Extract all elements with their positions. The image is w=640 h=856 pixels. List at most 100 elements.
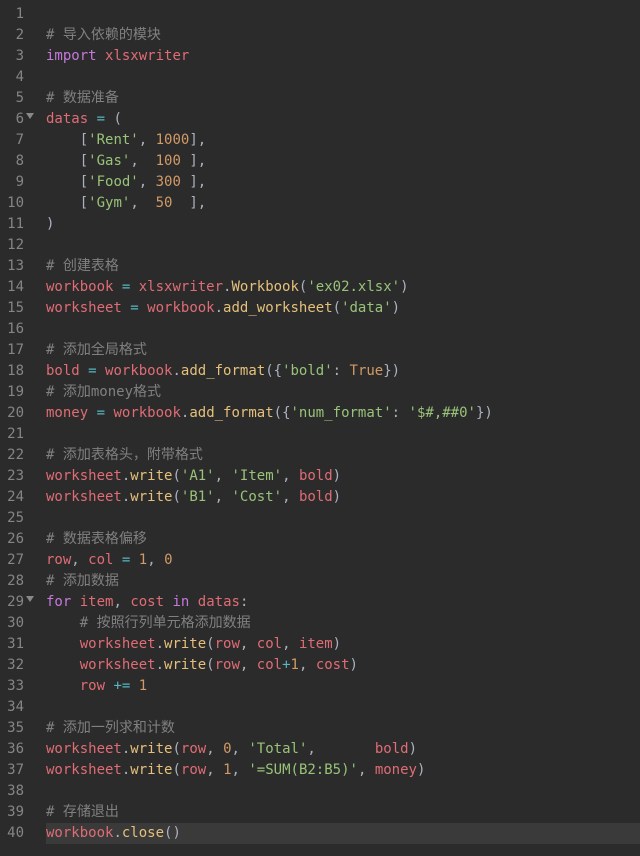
token-pun: ,	[282, 636, 290, 652]
code-line[interactable]: worksheet.write('A1', 'Item', bold)	[46, 466, 640, 487]
code-line[interactable]	[46, 697, 640, 718]
code-line[interactable]	[46, 424, 640, 445]
token-kw: import	[46, 48, 97, 64]
code-line[interactable]: # 添加一列求和计数	[46, 718, 640, 739]
token-pun: ,	[147, 552, 155, 568]
code-line[interactable]: worksheet.write(row, col, item)	[46, 634, 640, 655]
code-line[interactable]: # 导入依赖的模块	[46, 25, 640, 46]
code-line[interactable]: ['Gym', 50 ],	[46, 193, 640, 214]
code-line[interactable]: ['Rent', 1000],	[46, 130, 640, 151]
line-number: 27	[4, 550, 24, 571]
code-line[interactable]	[46, 319, 640, 340]
token-pun: .	[172, 363, 180, 379]
token-pun: )	[409, 741, 417, 757]
token-pun: .	[156, 636, 164, 652]
line-number: 29	[4, 592, 24, 613]
token-id: col	[88, 552, 113, 568]
fold-toggle-icon[interactable]	[26, 596, 34, 602]
code-line[interactable]: # 添加money格式	[46, 382, 640, 403]
code-line[interactable]: ['Gas', 100 ],	[46, 151, 640, 172]
code-line[interactable]: worksheet.write(row, col+1, cost)	[46, 655, 640, 676]
token-pun: (	[172, 489, 180, 505]
code-line[interactable]	[46, 508, 640, 529]
line-number: 34	[4, 697, 24, 718]
token-pun: .	[215, 300, 223, 316]
token-pun: [	[80, 153, 88, 169]
line-number: 16	[4, 319, 24, 340]
line-number: 37	[4, 760, 24, 781]
token-id: col	[257, 636, 282, 652]
code-line[interactable]: worksheet.write(row, 0, 'Total', bold)	[46, 739, 640, 760]
code-line[interactable]: # 添加数据	[46, 571, 640, 592]
code-line[interactable]	[46, 4, 640, 25]
token-pl	[147, 132, 155, 148]
code-line[interactable]: # 数据准备	[46, 88, 640, 109]
code-line[interactable]: for item, cost in datas:	[46, 592, 640, 613]
token-cmt: # 按照行列单元格添加数据	[80, 615, 251, 631]
token-pun: ,	[113, 594, 121, 610]
line-number: 14	[4, 277, 24, 298]
code-editor[interactable]: 1234567891011121314151617181920212223242…	[0, 0, 640, 856]
code-line[interactable]: )	[46, 214, 640, 235]
token-pun: )	[417, 762, 425, 778]
code-line[interactable]: worksheet.write(row, 1, '=SUM(B2:B5)', m…	[46, 760, 640, 781]
line-number: 6	[4, 109, 24, 130]
code-line[interactable]: # 存储退出	[46, 802, 640, 823]
token-fn: write	[130, 489, 172, 505]
code-line[interactable]	[46, 781, 640, 802]
token-pl	[291, 636, 299, 652]
token-pun: (	[206, 636, 214, 652]
code-line[interactable]: money = workbook.add_format({'num_format…	[46, 403, 640, 424]
code-line[interactable]: worksheet.write('B1', 'Cost', bold)	[46, 487, 640, 508]
token-num: 100	[156, 153, 181, 169]
token-cls: Workbook	[231, 279, 298, 295]
code-line[interactable]: row += 1	[46, 676, 640, 697]
code-line[interactable]: worksheet = workbook.add_worksheet('data…	[46, 298, 640, 319]
token-pun: (	[172, 741, 180, 757]
code-line[interactable]: # 添加表格头，附带格式	[46, 445, 640, 466]
fold-toggle-icon[interactable]	[26, 113, 34, 119]
code-area[interactable]: # 导入依赖的模块import xlsxwriter # 数据准备datas = …	[32, 0, 640, 856]
token-cmt: # 添加表格头，附带格式	[46, 447, 203, 463]
code-line[interactable]	[46, 235, 640, 256]
token-kw: for	[46, 594, 71, 610]
code-line[interactable]: # 添加全局格式	[46, 340, 640, 361]
token-pun: ],	[189, 132, 206, 148]
code-line[interactable]: # 数据表格偏移	[46, 529, 640, 550]
code-line[interactable]: workbook = xlsxwriter.Workbook('ex02.xls…	[46, 277, 640, 298]
token-num: 0	[223, 741, 231, 757]
token-pun: )	[400, 279, 408, 295]
token-cmt: # 存储退出	[46, 804, 119, 820]
code-line[interactable]: bold = workbook.add_format({'bold': True…	[46, 361, 640, 382]
token-cmt: # 添加数据	[46, 573, 119, 589]
token-pl	[88, 405, 96, 421]
token-op: =	[88, 363, 96, 379]
code-line[interactable]	[46, 67, 640, 88]
token-num: 300	[156, 174, 181, 190]
token-pl	[139, 300, 147, 316]
token-pl	[400, 405, 408, 421]
token-pun: ],	[189, 174, 206, 190]
token-pun: ,	[206, 762, 214, 778]
token-pl	[248, 636, 256, 652]
line-number: 26	[4, 529, 24, 550]
token-id: worksheet	[46, 468, 122, 484]
code-line[interactable]: # 创建表格	[46, 256, 640, 277]
token-pun: [	[80, 195, 88, 211]
token-id: row	[215, 657, 240, 673]
token-id: row	[181, 741, 206, 757]
code-line[interactable]: # 按照行列单元格添加数据	[46, 613, 640, 634]
token-pl	[80, 552, 88, 568]
token-pl	[46, 678, 80, 694]
code-line[interactable]: workbook.close()	[46, 823, 640, 844]
code-line[interactable]: row, col = 1, 0	[46, 550, 640, 571]
code-line[interactable]: ['Food', 300 ],	[46, 172, 640, 193]
line-number: 38	[4, 781, 24, 802]
token-pun: )	[333, 489, 341, 505]
code-line[interactable]: datas = (	[46, 109, 640, 130]
code-line[interactable]: import xlsxwriter	[46, 46, 640, 67]
token-id: col	[257, 657, 282, 673]
line-number: 20	[4, 403, 24, 424]
token-id: worksheet	[46, 489, 122, 505]
token-fn: add_format	[181, 363, 265, 379]
